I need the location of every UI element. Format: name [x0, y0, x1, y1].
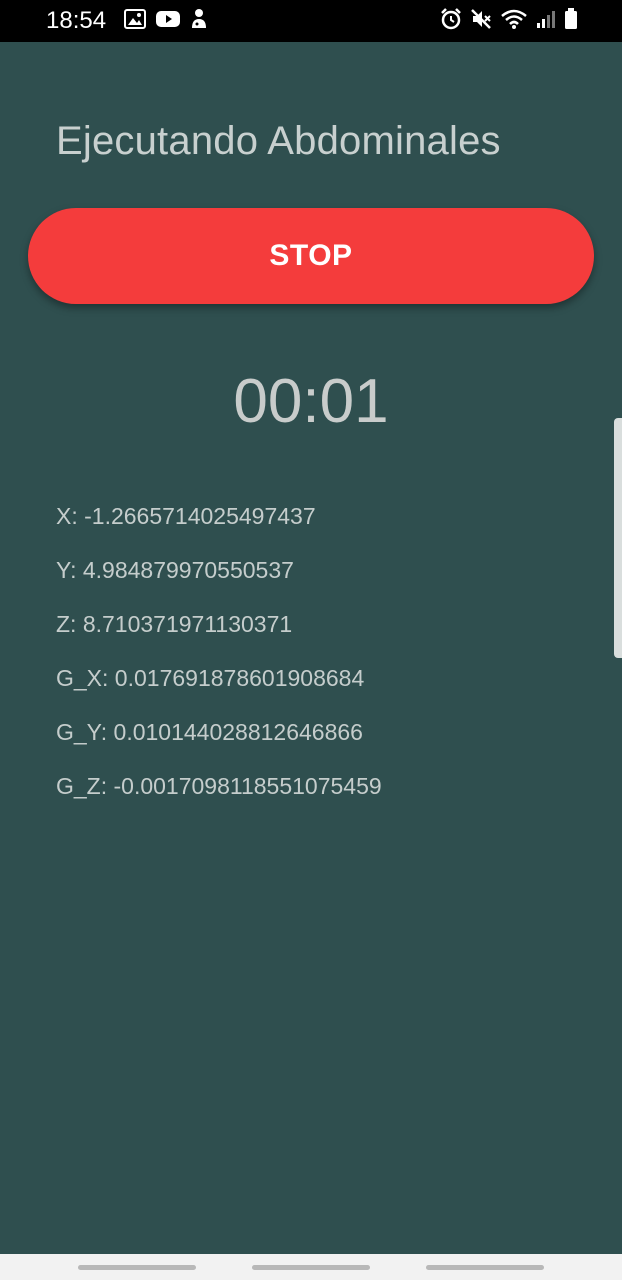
nav-back-handle[interactable]	[426, 1265, 544, 1270]
status-time: 18:54	[46, 7, 107, 34]
reading-z: Z: 8.710371971130371	[56, 611, 293, 637]
reading-x: X: -1.2665714025497437	[56, 503, 316, 529]
mute-icon	[470, 8, 492, 35]
status-right-icons	[440, 7, 578, 35]
wifi-icon	[500, 8, 528, 35]
reading-g-y: G_Y: 0.010144028812646866	[56, 719, 363, 745]
navigation-bar	[0, 1254, 622, 1280]
status-left-icons	[124, 8, 208, 35]
app-screen: Ejecutando Abdominales STOP 00:01 X: -1.…	[0, 42, 622, 1254]
reading-g-z: G_Z: -0.0017098118551075459	[56, 773, 382, 799]
page-title: Ejecutando Abdominales	[56, 119, 501, 163]
app-notification-icon	[190, 8, 208, 35]
scroll-indicator[interactable]	[614, 418, 622, 658]
reading-g-x: G_X: 0.017691878601908684	[56, 665, 365, 691]
battery-icon	[564, 7, 578, 35]
sensor-readings: X: -1.2665714025497437 Y: 4.984879970550…	[56, 502, 382, 826]
alarm-icon	[440, 7, 462, 35]
status-bar: 18:54	[0, 0, 622, 42]
gallery-icon	[124, 8, 146, 34]
nav-home-handle[interactable]	[252, 1265, 370, 1270]
timer-display: 00:01	[233, 367, 389, 436]
youtube-icon	[156, 10, 180, 33]
stop-button[interactable]: STOP	[28, 208, 594, 304]
signal-icon	[536, 9, 556, 34]
nav-recents-handle[interactable]	[78, 1265, 196, 1270]
reading-y: Y: 4.984879970550537	[56, 557, 294, 583]
